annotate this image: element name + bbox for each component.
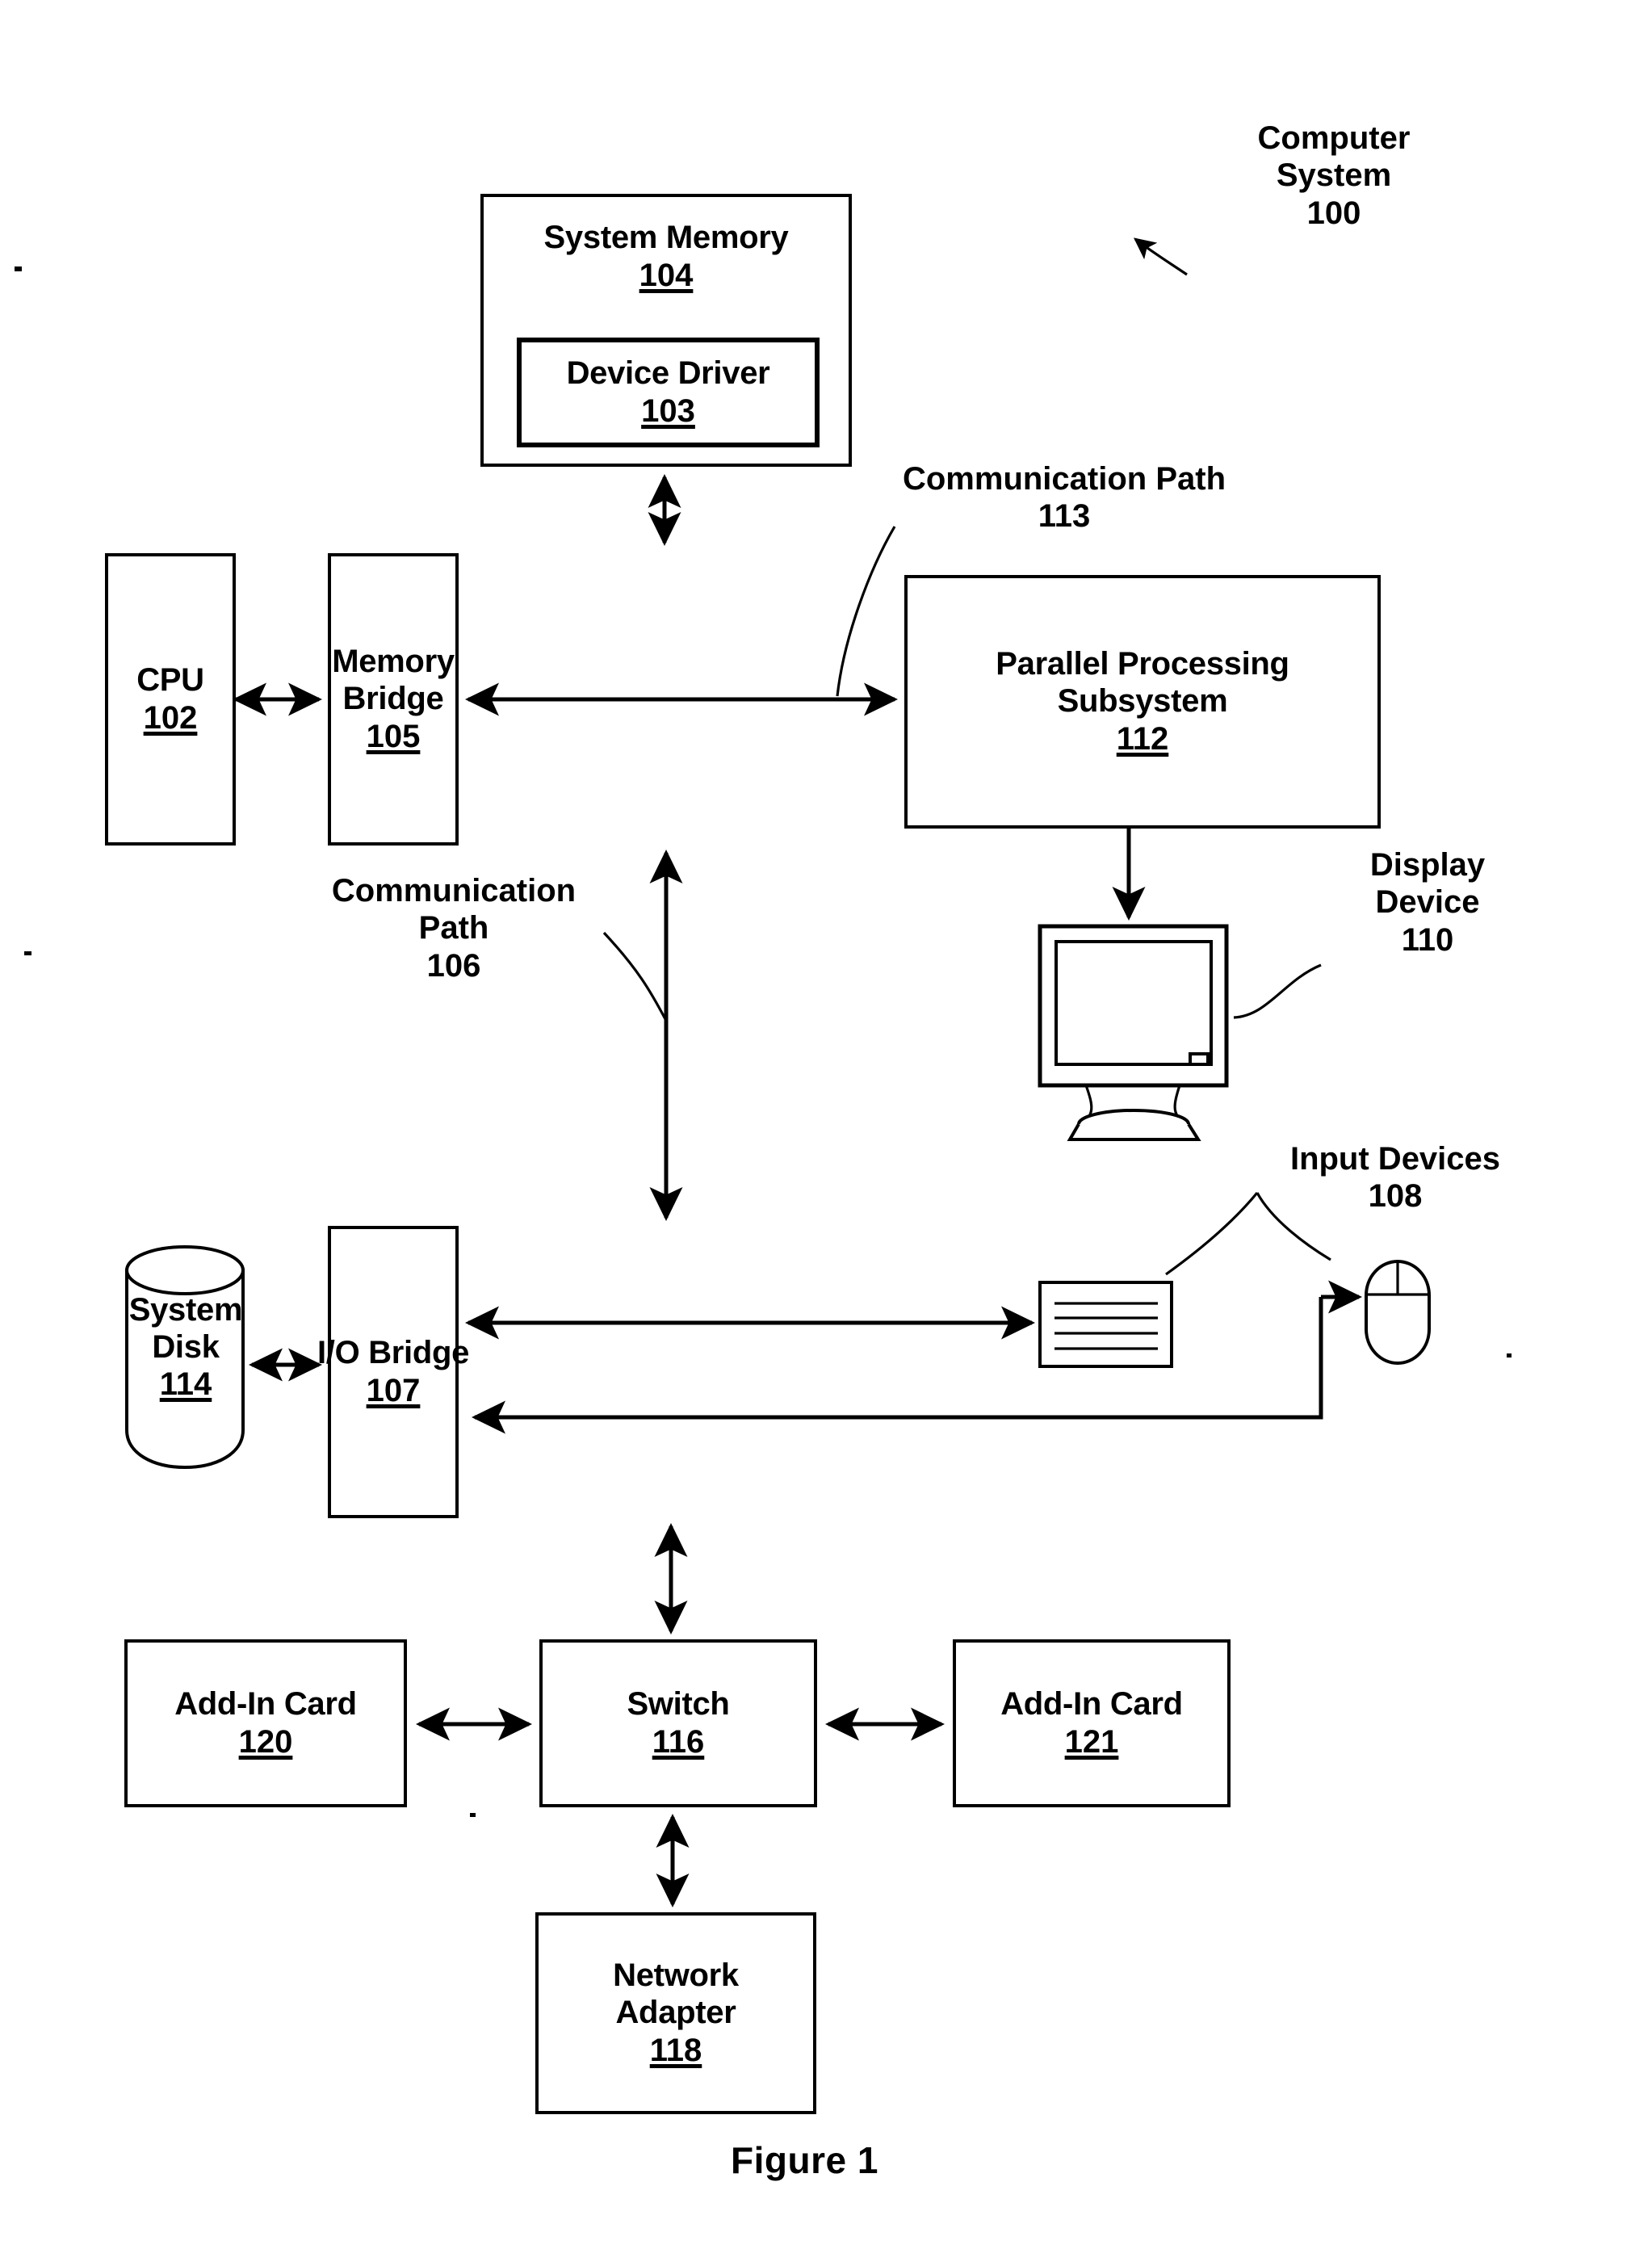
parallel-processing-label-2: Subsystem [1057, 683, 1228, 719]
block-parallel-processing-subsystem[interactable]: Parallel Processing Subsystem 112 [904, 575, 1381, 829]
io-bridge-label: I/O Bridge [317, 1335, 470, 1371]
scan-speck [24, 951, 31, 955]
system-disk-label-1: System [128, 1292, 243, 1328]
figure-caption: Figure 1 [731, 2139, 878, 2181]
input-devices-annotation: Input Devices 108 [1289, 1141, 1501, 1215]
switch-label: Switch [627, 1686, 730, 1723]
device-driver-label: Device Driver [566, 355, 770, 392]
scan-speck [1507, 1353, 1512, 1358]
add-in-card-121-number: 121 [1064, 1723, 1119, 1760]
block-add-in-card-121[interactable]: Add-In Card 121 [953, 1639, 1231, 1807]
switch-number: 116 [652, 1723, 705, 1760]
comm-path-113-annotation: Communication Path 113 [902, 461, 1226, 535]
add-in-card-121-label: Add-In Card [1000, 1686, 1183, 1723]
memory-bridge-label-1: Memory [332, 644, 455, 680]
device-driver-number: 103 [641, 392, 695, 429]
scan-speck [15, 266, 22, 271]
block-system-disk[interactable]: System Disk 114 [127, 1292, 245, 1403]
memory-bridge-label-2: Bridge [342, 681, 444, 716]
add-in-card-120-label: Add-In Card [174, 1686, 357, 1723]
block-add-in-card-120[interactable]: Add-In Card 120 [124, 1639, 407, 1807]
memory-bridge-number: 105 [366, 718, 421, 754]
io-bridge-number: 107 [366, 1372, 421, 1408]
cpu-number: 102 [143, 699, 198, 736]
leader-display-device [1233, 963, 1322, 1019]
system-memory-number: 104 [639, 257, 694, 293]
pointer-computer-system [1133, 237, 1188, 276]
display-device-icon [1038, 924, 1229, 1141]
network-adapter-label-2: Adapter [615, 1995, 736, 2030]
mouse-icon [1365, 1260, 1431, 1365]
arrow-io-bridge-mouse [471, 1280, 1363, 1434]
network-adapter-label-1: Network [613, 1958, 739, 1994]
figure-page: Computer System 100 Communication Path 1… [0, 0, 1652, 2266]
block-switch[interactable]: Switch 116 [539, 1639, 817, 1807]
system-memory-label: System Memory [543, 220, 789, 255]
keyboard-icon [1038, 1281, 1173, 1368]
computer-system-annotation: Computer System 100 [1257, 120, 1411, 231]
scan-speck [470, 1813, 476, 1817]
block-device-driver[interactable]: Device Driver 103 [517, 338, 820, 447]
block-network-adapter[interactable]: Network Adapter 118 [535, 1912, 816, 2114]
add-in-card-120-number: 120 [238, 1723, 293, 1760]
parallel-processing-number: 112 [1116, 720, 1169, 757]
parallel-processing-label-1: Parallel Processing [996, 646, 1289, 682]
system-disk-number: 114 [159, 1366, 212, 1403]
network-adapter-number: 118 [649, 2032, 702, 2068]
block-io-bridge[interactable]: I/O Bridge 107 [317, 1226, 469, 1518]
block-memory-bridge[interactable]: Memory Bridge 105 [328, 553, 459, 846]
display-device-annotation: Display Device 110 [1369, 847, 1486, 958]
cpu-label: CPU [136, 662, 204, 699]
system-disk-label-2: Disk [152, 1328, 220, 1365]
block-cpu[interactable]: CPU 102 [105, 553, 236, 846]
leader-comm-path-113 [836, 526, 896, 697]
comm-path-106-annotation: Communication Path 106 [331, 873, 577, 984]
